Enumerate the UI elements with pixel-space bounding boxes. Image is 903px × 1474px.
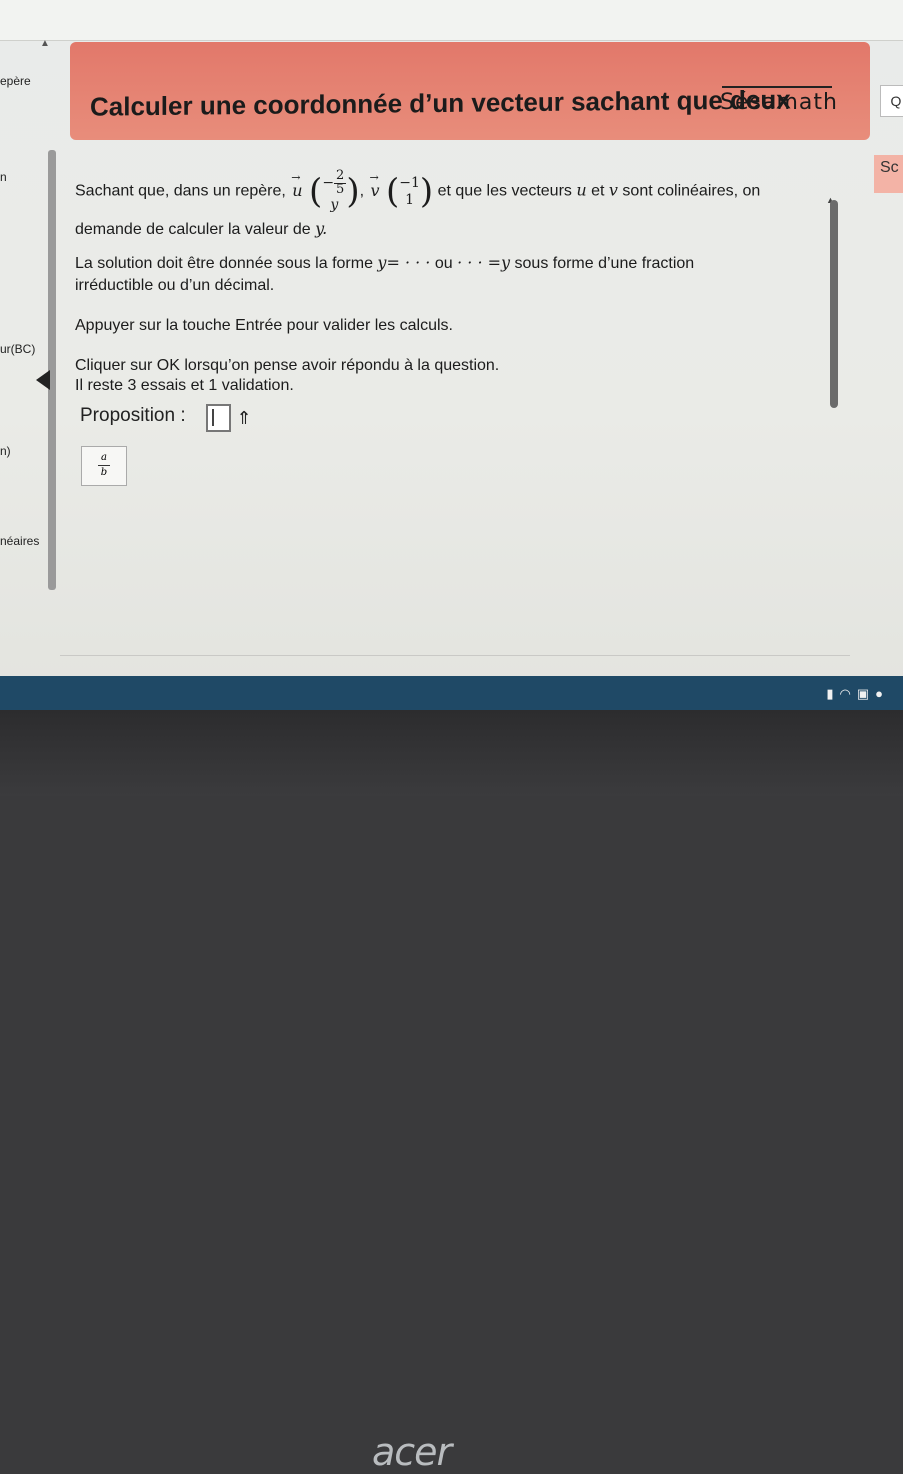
laptop-logo: acer — [372, 1430, 452, 1474]
fraction-button-num: a — [101, 452, 107, 463]
system-tray[interactable]: ▮◠▣● — [826, 686, 889, 702]
vector-arrow-icon: → — [369, 170, 379, 184]
statement-text-tail: sont colinéaires, on — [622, 182, 761, 200]
instruction-enter: Appuyer sur la touche Entrée pour valide… — [75, 317, 453, 334]
statement-text-and: et — [591, 182, 605, 200]
vector-v-coords: −1 1 — [399, 175, 420, 209]
left-label-1[interactable]: epère — [0, 74, 31, 88]
statement-line-1: Sachant que, dans un repère, → u (− 2 5 y), … — [75, 168, 761, 214]
left-label-2[interactable]: n — [0, 170, 7, 184]
fraction-button[interactable]: a b — [81, 446, 127, 486]
proposition-input[interactable] — [206, 404, 231, 432]
proposition-label: Proposition : — [80, 405, 186, 426]
content-scrollbar[interactable] — [830, 200, 838, 408]
left-label-3[interactable]: ur(BC) — [0, 342, 35, 356]
vector-u-x-fraction: 25 — [334, 168, 347, 197]
notification-icon[interactable]: ▣ — [857, 686, 875, 701]
right-tabs: Q Sc — [860, 85, 903, 605]
attempts-remaining: Il reste 3 essais et 1 validation. — [75, 377, 294, 394]
statement-line-3: La solution doit être donnée sous la for… — [75, 253, 694, 273]
fraction-denominator: 5 — [336, 182, 345, 197]
inline-vector-v: v — [608, 180, 618, 200]
tab-q[interactable]: Q — [880, 85, 903, 117]
vector-u: → u — [291, 171, 302, 200]
vector-u-coords: −2 5 y — [322, 168, 347, 214]
text-cursor-icon — [212, 409, 214, 426]
statement-line-3-text: La solution doit être donnée sous la for… — [75, 255, 373, 272]
left-label-4[interactable]: n) — [0, 444, 11, 458]
tab-sc[interactable]: Sc — [874, 155, 903, 193]
paren-close: ) — [346, 171, 360, 212]
taskbar: ▮◠▣● — [0, 676, 903, 710]
vector-u-x-sign: − — [322, 175, 335, 191]
variable-y: y. — [315, 219, 328, 238]
page-title: Calculer une coordonnée d’un vecteur sac… — [90, 84, 791, 122]
info-icon[interactable]: ● — [875, 686, 889, 701]
statement-line-2: demande de calculer la valeur de y. — [75, 219, 327, 239]
screen: ▲ epère n ur(BC) n) néaires Sésamath Cal… — [0, 0, 903, 690]
fraction-bar — [98, 465, 110, 466]
vector-v-y: 1 — [405, 191, 415, 208]
browser-top-strip — [0, 0, 903, 41]
exercise-header: Sésamath Calculer une coordonnée d’un ve… — [70, 42, 870, 140]
instruction-ok: Cliquer sur OK lorsqu’on pense avoir rép… — [75, 357, 500, 374]
statement-line-2-text: demande de calculer la valeur de — [75, 221, 311, 238]
laptop-bezel: acer — [0, 710, 903, 1474]
vector-u-x: −2 5 — [322, 168, 347, 197]
wifi-icon[interactable]: ◠ — [840, 686, 857, 701]
statement-line-3-end: sous forme d’une fraction — [514, 255, 695, 272]
keyboard-toggle-button[interactable]: ⇑ — [234, 404, 254, 432]
statement-text-mid: et que les vecteurs — [437, 182, 572, 200]
left-label-5[interactable]: néaires — [0, 534, 39, 548]
paren-open: ( — [309, 171, 323, 212]
statement-line-4: irréductible ou d’un décimal. — [75, 277, 275, 294]
statement-text-start: Sachant que, dans un repère, — [75, 182, 286, 200]
fraction-button-den: b — [100, 467, 108, 478]
paren-close: ) — [419, 171, 434, 212]
answer-form-1: y= · · · — [377, 253, 431, 272]
inline-vector-u: u — [576, 180, 587, 200]
paren-open: ( — [385, 171, 400, 212]
battery-icon[interactable]: ▮ — [826, 686, 839, 701]
vector-v-x: −1 — [399, 174, 420, 191]
answer-form-2: · · · =y — [457, 253, 511, 272]
answer-form-or: ou — [434, 255, 453, 272]
vector-v: → v — [369, 171, 379, 200]
vector-arrow-icon: → — [291, 170, 301, 184]
vector-u-y: y — [330, 197, 339, 213]
collapse-left-arrow-icon[interactable] — [36, 370, 50, 390]
content-divider — [60, 655, 850, 656]
